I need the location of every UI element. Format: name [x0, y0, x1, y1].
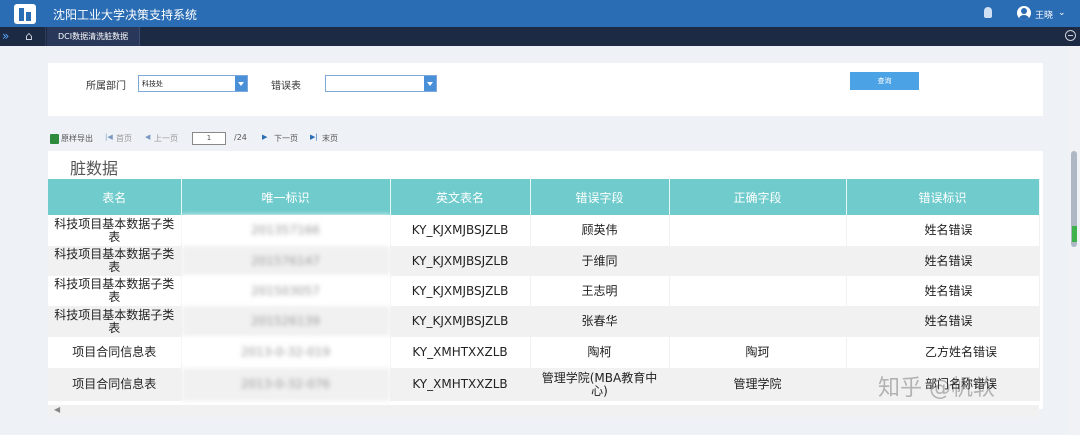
cell-correct-field: 管理学院	[669, 368, 847, 401]
last-page-icon[interactable]: ▶|	[310, 133, 318, 141]
first-page-icon[interactable]: |◀	[105, 133, 113, 141]
cell-error-flag: 乙方姓名错误	[846, 337, 1040, 368]
cell-en-name: KY_KJXMJBSJZLB	[390, 246, 531, 276]
table-row[interactable]: 科技项目基本数据子类表 201503057 KY_KJXMJBSJZLB 王志明…	[48, 276, 1040, 306]
cell-en-name: KY_KJXMJBSJZLB	[390, 276, 531, 306]
excel-export-icon[interactable]	[50, 134, 59, 144]
bell-icon[interactable]	[984, 7, 992, 18]
cell-table-name: 科技项目基本数据子类表	[48, 276, 182, 306]
total-pages: /24	[234, 133, 247, 142]
cell-correct-field	[669, 215, 847, 246]
cell-error-flag: 姓名错误	[846, 215, 1040, 246]
column-header[interactable]: 表名	[48, 179, 182, 215]
next-page-button[interactable]: 下一页	[274, 133, 298, 144]
table-row[interactable]: 科技项目基本数据子类表 201576147 KY_KJXMJBSJZLB 于维同…	[48, 246, 1040, 276]
cell-en-name: KY_KJXMJBSJZLB	[390, 306, 531, 337]
cell-unique-id: 2013-0-32-019	[181, 337, 391, 368]
table-header-row: 表名 唯一标识 英文表名 错误字段 正确字段 错误标识	[48, 179, 1040, 215]
user-icon[interactable]	[1017, 6, 1031, 20]
error-table-label: 错误表	[271, 81, 301, 92]
vertical-scrollbar[interactable]	[1068, 46, 1080, 435]
dirty-data-table: 表名 唯一标识 英文表名 错误字段 正确字段 错误标识 科技项目基本数据子类表 …	[48, 179, 1040, 401]
cell-en-name: KY_XMHTXXZLB	[390, 337, 531, 368]
filter-panel: 所属部门 科技处 错误表 查询	[48, 63, 1043, 116]
cell-error-flag: 姓名错误	[846, 306, 1040, 337]
cell-error-field: 管理学院(MBA教育中心)	[530, 368, 670, 401]
cell-unique-id: 2013-0-32-076	[181, 368, 391, 401]
app-logo-icon	[14, 4, 36, 24]
export-button[interactable]: 原样导出	[61, 133, 93, 144]
column-header[interactable]: 英文表名	[390, 179, 531, 215]
cell-table-name: 科技项目基本数据子类表	[48, 215, 182, 246]
top-header: 沈阳工业大学决策支持系统 王晓 ⌄	[0, 0, 1080, 27]
cell-table-name: 项目合同信息表	[48, 337, 182, 368]
department-select[interactable]: 科技处	[138, 75, 248, 92]
column-header[interactable]: 正确字段	[669, 179, 847, 215]
table-row[interactable]: 科技项目基本数据子类表 201526139 KY_KJXMJBSJZLB 张春华…	[48, 306, 1040, 337]
user-name[interactable]: 王晓	[1035, 8, 1053, 21]
cell-table-name: 项目合同信息表	[48, 368, 182, 401]
next-page-icon[interactable]: ▶	[262, 133, 267, 141]
first-page-button[interactable]: 首页	[116, 133, 132, 144]
chevron-down-icon[interactable]: ⌄	[1058, 8, 1066, 18]
department-label: 所属部门	[86, 81, 126, 92]
cell-en-name: KY_XMHTXXZLB	[390, 368, 531, 401]
cell-error-field: 王志明	[530, 276, 670, 306]
scrollbar-grip[interactable]	[1072, 226, 1077, 242]
cell-error-field: 张春华	[530, 306, 670, 337]
cell-correct-field: 陶珂	[669, 337, 847, 368]
table-row[interactable]: 项目合同信息表 2013-0-32-019 KY_XMHTXXZLB 陶柯 陶珂…	[48, 337, 1040, 368]
cell-unique-id: 201576147	[181, 246, 391, 276]
page-number-input[interactable]: 1	[192, 132, 226, 145]
column-header[interactable]: 错误字段	[530, 179, 670, 215]
cell-unique-id: 201526139	[181, 306, 391, 337]
expand-sidebar-icon[interactable]: »	[2, 29, 9, 43]
table-row[interactable]: 科技项目基本数据子类表 201357166 KY_KJXMJBSJZLB 顾英伟…	[48, 215, 1040, 246]
cell-error-field: 于维同	[530, 246, 670, 276]
home-icon: ⌂	[25, 29, 33, 43]
department-value: 科技处	[142, 80, 163, 88]
cell-error-flag: 姓名错误	[846, 276, 1040, 306]
cell-unique-id: 201503057	[181, 276, 391, 306]
cell-unique-id: 201357166	[181, 215, 391, 246]
cell-correct-field	[669, 276, 847, 306]
error-table-select[interactable]	[325, 75, 437, 92]
cell-correct-field	[669, 306, 847, 337]
app-title: 沈阳工业大学决策支持系统	[53, 8, 198, 22]
column-header[interactable]: 唯一标识	[181, 179, 391, 215]
cell-error-flag: 姓名错误	[846, 246, 1040, 276]
cell-table-name: 科技项目基本数据子类表	[48, 246, 182, 276]
cell-error-field: 陶柯	[530, 337, 670, 368]
cell-en-name: KY_KJXMJBSJZLB	[390, 215, 531, 246]
cell-correct-field	[669, 246, 847, 276]
watermark: 知乎 @帆软	[878, 376, 995, 401]
scroll-left-icon[interactable]: ◀	[54, 405, 60, 414]
column-header[interactable]: 错误标识	[846, 179, 1040, 215]
prev-page-button[interactable]: 上一页	[154, 133, 178, 144]
last-page-button[interactable]: 末页	[322, 133, 338, 144]
section-title: 脏数据	[70, 159, 119, 178]
dropdown-arrow-icon[interactable]	[235, 76, 247, 91]
dropdown-arrow-icon[interactable]	[424, 76, 436, 91]
horizontal-scrollbar[interactable]: ◀	[48, 405, 1039, 417]
cell-table-name: 科技项目基本数据子类表	[48, 306, 182, 337]
close-tabs-icon[interactable]	[1065, 30, 1076, 41]
tab-label: DCI数据清洗脏数据	[58, 32, 129, 41]
cell-error-field: 顾英伟	[530, 215, 670, 246]
tab-bar: » ⌂ DCI数据清洗脏数据	[0, 27, 1080, 46]
query-button[interactable]: 查询	[850, 72, 919, 90]
tab-dci-dirty-data[interactable]: DCI数据清洗脏数据	[47, 27, 140, 46]
home-tab[interactable]: ⌂	[16, 27, 46, 46]
prev-page-icon[interactable]: ◀	[145, 133, 150, 141]
